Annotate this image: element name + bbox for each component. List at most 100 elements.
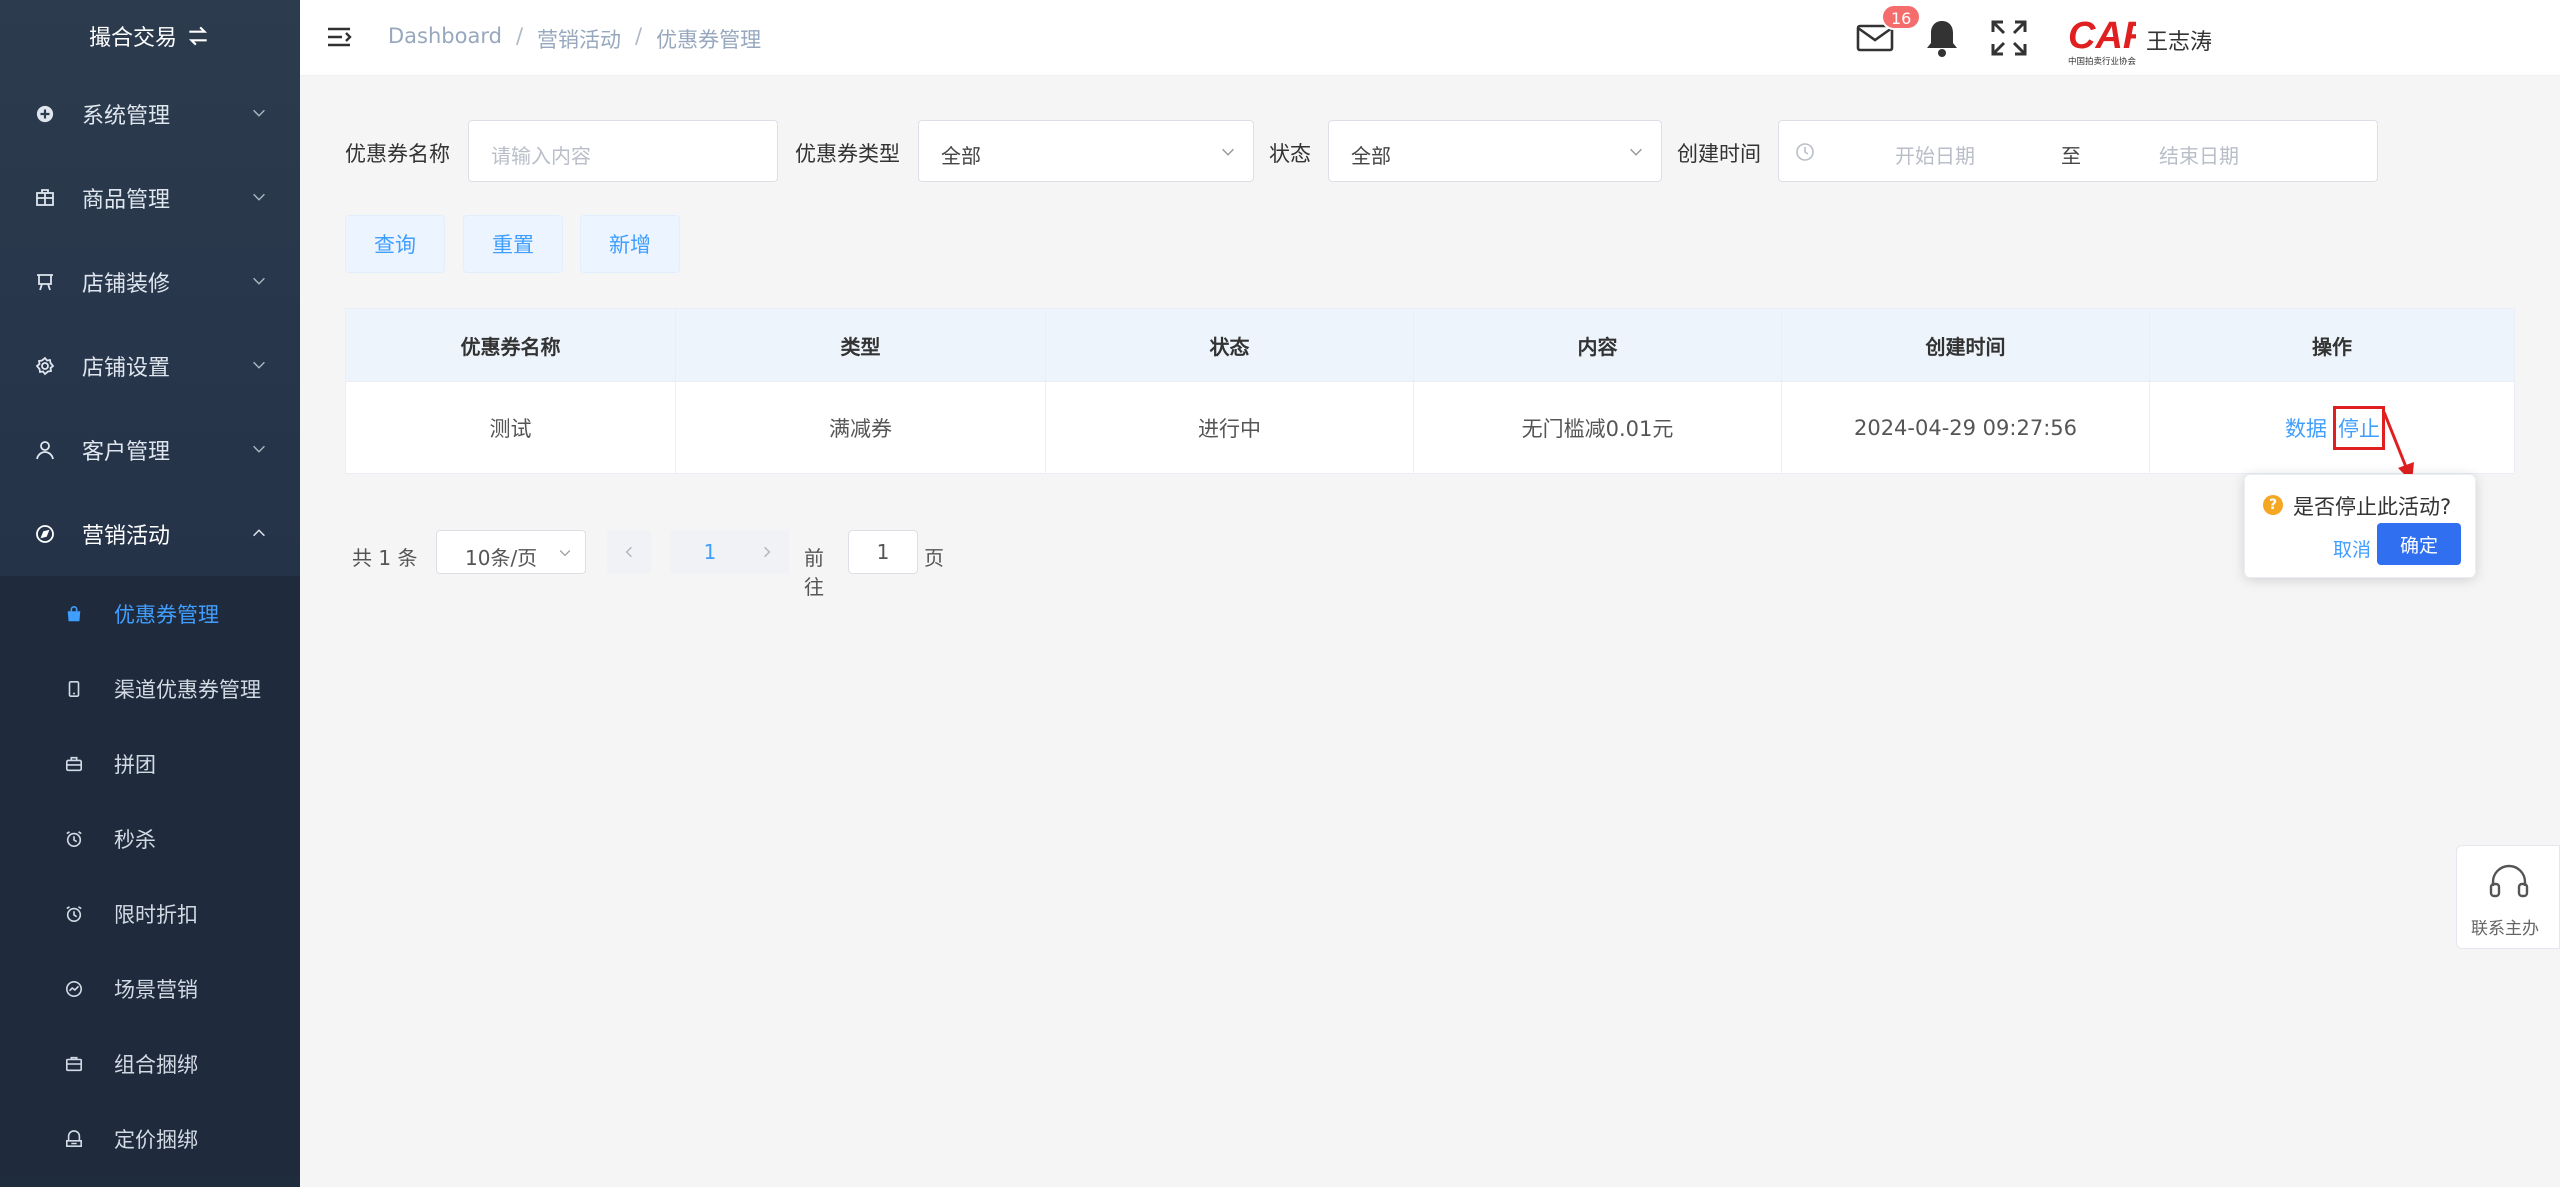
table-row: 测试 满减券 进行中 无门槛减0.01元 2024-04-29 09:27:56… [346,381,2514,473]
page-size-value: 10条/页 [465,546,538,570]
chevron-down-icon [253,109,265,117]
column-header: 操作 [2312,334,2352,359]
sub-item-coupons[interactable]: 优惠券管理 [0,576,300,651]
chart-circle-icon [64,979,84,999]
sub-item-label: 定价捆绑 [114,1127,198,1152]
sub-item-label: 限时折扣 [114,902,198,927]
cell-created-time: 2024-04-29 09:27:56 [1782,382,2150,473]
date-range-picker[interactable]: 开始日期 至 结束日期 [1778,120,2378,182]
confirm-button[interactable]: 确定 [2377,523,2461,565]
breadcrumb: Dashboard / 营销活动 / 优惠券管理 [388,24,761,54]
add-button[interactable]: 新增 [580,215,680,273]
stop-popconfirm: ? 是否停止此活动? 取消 确定 [2244,474,2476,578]
page-size-select[interactable]: 10条/页 [436,530,586,574]
settings-icon [34,355,56,377]
stop-highlight-box: 停止 [2333,405,2385,450]
gift-icon [64,1129,84,1149]
stop-link[interactable]: 停止 [2338,417,2380,441]
menu-item-system[interactable]: 系统管理 [0,72,300,156]
sub-item-label: 场景营销 [114,977,198,1002]
menu-item-label: 营销活动 [82,524,171,549]
hamburger-icon[interactable] [326,24,352,50]
user-icon [34,439,56,461]
breadcrumb-coupons: 优惠券管理 [656,28,762,52]
cancel-button[interactable]: 取消 [2323,529,2381,568]
column-header: 优惠券名称 [346,309,676,381]
menu-item-customers[interactable]: 客户管理 [0,408,300,492]
bell-icon[interactable] [1924,18,1960,58]
sidebar: 撮合交易 系统管理 商品管理 店铺装修 店铺设置 客户管理 营销活动 优惠券管理 [0,0,300,1187]
brand[interactable]: 撮合交易 [0,0,300,72]
contact-label: 联系主办 [2471,919,2539,939]
sub-item-label: 组合捆绑 [114,1052,198,1077]
logo-subtext: 中国拍卖行业协会 [2068,56,2136,66]
breadcrumb-dashboard[interactable]: Dashboard [388,24,502,54]
goto-page-input[interactable]: 1 [848,530,918,574]
goto-label: 前往 [804,546,824,599]
menu-item-label: 店铺装修 [82,272,171,297]
next-page-button[interactable] [745,530,789,574]
cell-actions: 数据 停止 [2150,382,2514,473]
breadcrumb-separator: / [515,24,524,48]
start-date-placeholder[interactable]: 开始日期 [1895,140,1975,169]
chevron-up-icon [253,529,265,537]
table-header: 优惠券名称 类型 状态 内容 创建时间 操作 [346,309,2514,381]
breadcrumb-separator: / [635,24,643,48]
sub-item-scene-marketing[interactable]: 场景营销 [0,951,300,1026]
reset-button[interactable]: 重置 [463,215,563,273]
sub-item-label: 秒杀 [114,827,156,852]
sub-item-price-bundle[interactable]: 定价捆绑 [0,1101,300,1176]
menu-item-label: 系统管理 [82,104,171,129]
goods-icon [34,187,56,209]
sub-item-flash-sale[interactable]: 秒杀 [0,801,300,876]
sub-item-combo-bundle[interactable]: 组合捆绑 [0,1026,300,1101]
sub-item-label: 拼团 [114,752,156,777]
end-date-placeholder[interactable]: 结束日期 [2159,140,2239,169]
menu-item-goods[interactable]: 商品管理 [0,156,300,240]
question-icon: ? [2263,495,2283,515]
sub-item-limited-discount[interactable]: 限时折扣 [0,876,300,951]
coupon-name-input[interactable]: 请输入内容 [468,120,778,182]
query-button[interactable]: 查询 [345,215,445,273]
column-header: 状态 [1046,309,1414,381]
phone-icon [64,679,84,699]
username[interactable]: 王志涛 [2146,24,2212,56]
logo-text: CAF [2068,15,2136,57]
menu-item-label: 客户管理 [82,440,171,465]
page-number-current[interactable]: 1 [670,530,750,574]
sub-item-group-buy[interactable]: 拼团 [0,726,300,801]
chevron-down-icon [253,193,265,201]
coupon-table: 优惠券名称 类型 状态 内容 创建时间 操作 测试 满减券 进行中 无门槛减0.… [345,308,2515,474]
menu-item-shop-settings[interactable]: 店铺设置 [0,324,300,408]
coupon-type-select[interactable]: 全部 [918,120,1254,182]
menu-item-marketing[interactable]: 营销活动 [0,492,300,576]
compass-icon [34,523,56,545]
headset-icon [2489,864,2529,898]
chevron-down-icon [253,361,265,369]
chevron-down-icon [1630,148,1642,156]
plus-circle-icon [34,103,56,125]
contact-organizer-button[interactable]: 联系主办 [2456,845,2560,949]
total-count: 共 1 条 [352,546,418,570]
alarm-clock-icon [64,829,84,849]
status-label: 状态 [1269,142,1311,166]
sub-item-label: 优惠券管理 [114,602,219,627]
coupon-type-value: 全部 [941,144,981,168]
status-select[interactable]: 全部 [1328,120,1662,182]
coupon-type-label: 优惠券类型 [795,142,900,166]
breadcrumb-marketing[interactable]: 营销活动 [537,24,621,54]
menu-item-decoration[interactable]: 店铺装修 [0,240,300,324]
data-link[interactable]: 数据 [2285,413,2327,443]
chevron-down-icon [253,277,265,285]
prev-page-button[interactable] [607,530,651,574]
sub-item-channel-coupons[interactable]: 渠道优惠券管理 [0,651,300,726]
column-header: 创建时间 [1782,309,2150,381]
chevron-left-icon [625,546,632,558]
box-icon [64,1054,84,1074]
fullscreen-icon[interactable] [1989,18,2029,58]
menu-item-label: 商品管理 [82,188,171,213]
caf-logo: CAF 中国拍卖行业协会 [2068,15,2136,66]
swap-icon [188,26,208,46]
top-header: Dashboard / 营销活动 / 优惠券管理 [300,0,2560,76]
cell-status: 进行中 [1046,382,1414,473]
